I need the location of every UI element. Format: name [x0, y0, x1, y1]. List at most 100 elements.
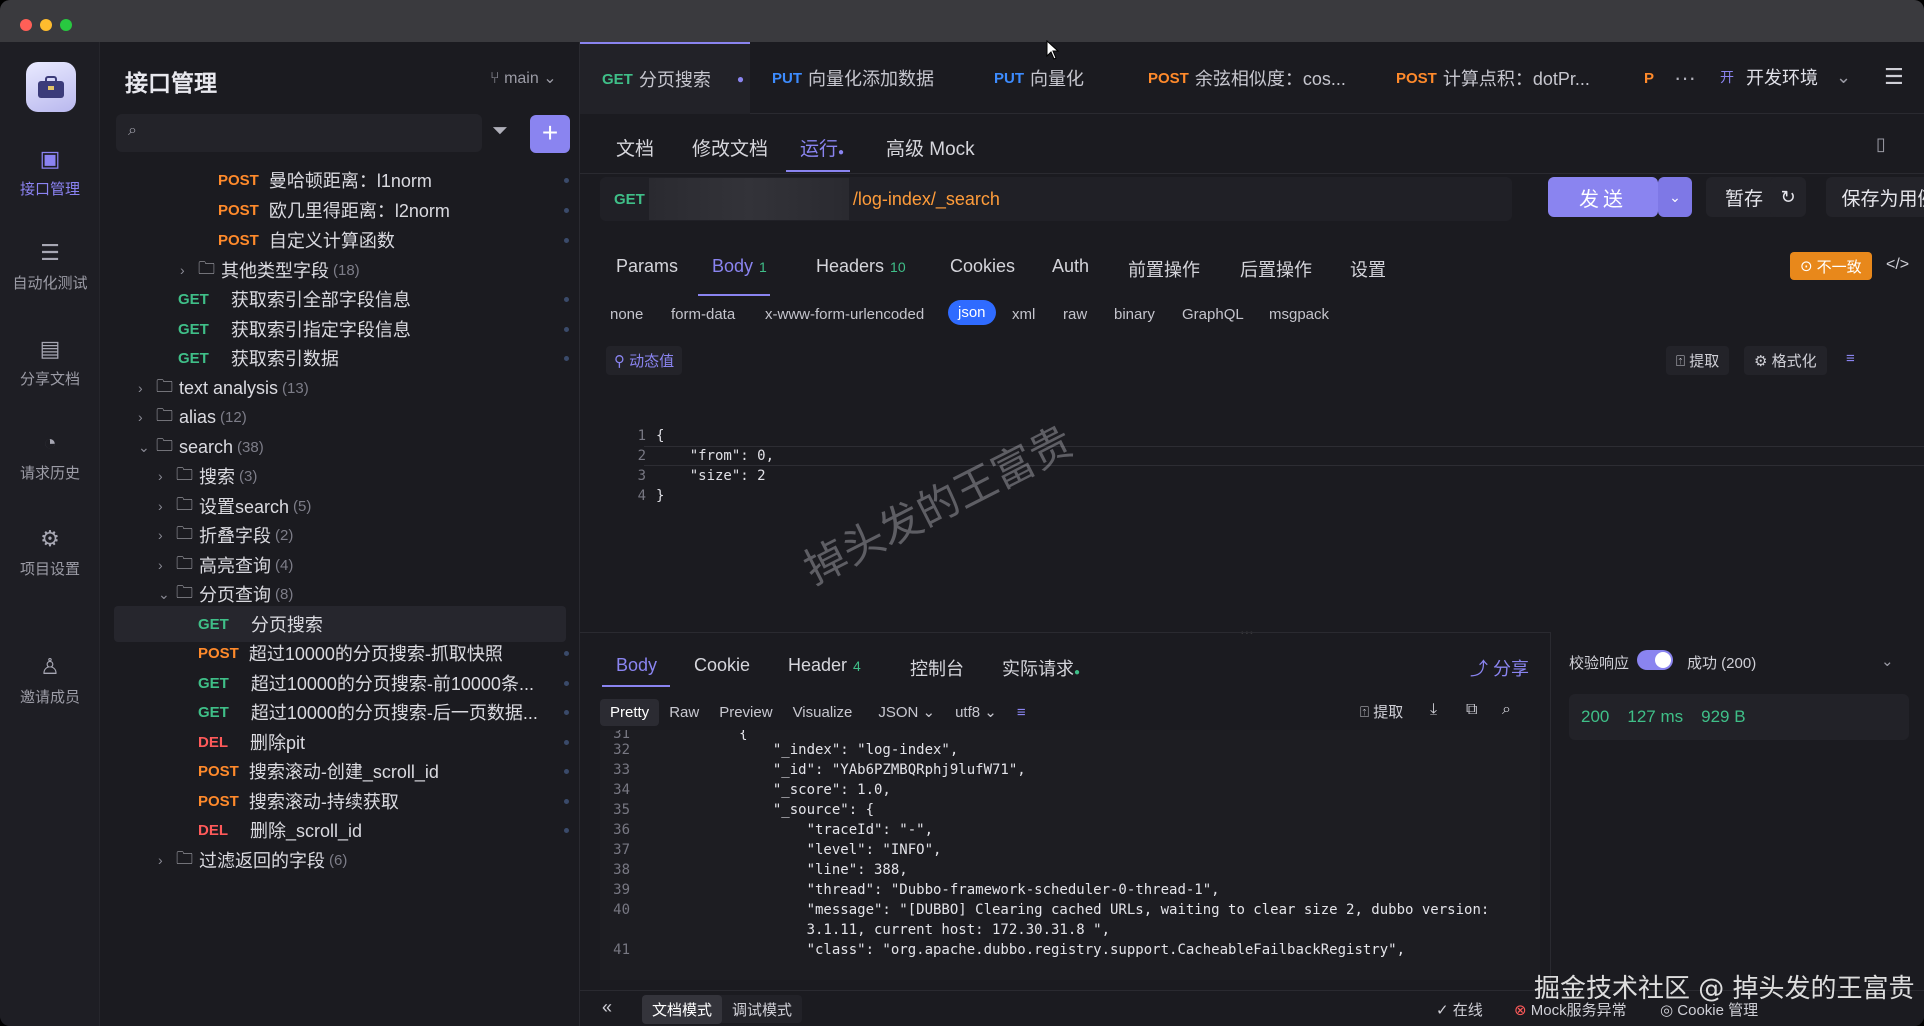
tab[interactable]: POST 余弦相似度：cos...	[1148, 42, 1348, 114]
method-badge: POST	[1396, 69, 1437, 87]
wrap-icon[interactable]: ≡	[1007, 699, 1036, 726]
status-dot	[564, 828, 569, 833]
refresh-icon[interactable]: ↻	[1770, 177, 1806, 217]
close-window-button[interactable]	[20, 19, 32, 31]
tab-params[interactable]: Params	[616, 256, 678, 277]
resp-tab-cookie[interactable]: Cookie	[694, 655, 750, 676]
resp-tab-body[interactable]: Body	[616, 655, 657, 676]
rail-project-settings[interactable]: ⚙ 项目设置	[0, 526, 100, 579]
rail-api-management[interactable]: ▣ 接口管理	[0, 146, 100, 199]
body-type-form-data[interactable]: form-data	[671, 306, 735, 323]
view-preview[interactable]: Preview	[709, 699, 782, 726]
tree-item-label: 自定义计算函数	[268, 231, 395, 251]
folder-icon: 🗀	[156, 405, 173, 425]
method-badge: GET	[198, 703, 229, 721]
code-icon[interactable]: </>	[1886, 256, 1909, 274]
resp-tab-header[interactable]: Header 4	[788, 655, 861, 676]
add-button[interactable]: +	[530, 115, 570, 153]
chevron-down-icon[interactable]: ⌄	[1881, 652, 1894, 670]
menu-icon[interactable]: ☰	[1884, 64, 1904, 90]
collapse-icon[interactable]: «	[602, 997, 612, 1018]
tab-active[interactable]: GET 分页搜索 ●	[580, 42, 750, 114]
view-visualize[interactable]: Visualize	[783, 699, 863, 726]
dynamic-value-button[interactable]: ⚲ 动态值	[606, 346, 683, 375]
extract-button[interactable]: ⍐ 提取	[1666, 346, 1730, 375]
tab[interactable]: PUT 向量化添加数据	[772, 42, 972, 114]
tab-cookies[interactable]: Cookies	[950, 256, 1015, 277]
tree-item-label: 搜索滚动-创建_scroll_id	[248, 762, 439, 782]
body-type-msgpack[interactable]: msgpack	[1269, 306, 1329, 323]
body-type-raw[interactable]: raw	[1063, 306, 1087, 323]
method-select[interactable]: GET	[614, 191, 645, 208]
rail-invite-members[interactable]: ♙ 邀请成员	[0, 654, 100, 707]
format-select[interactable]: JSON ⌄	[868, 698, 945, 726]
rail-automation-test[interactable]: ☰ 自动化测试	[0, 240, 100, 293]
doc-mode-button[interactable]: 文档模式	[642, 994, 723, 1024]
body-type-graphql[interactable]: GraphQL	[1182, 306, 1244, 323]
rail-share-docs[interactable]: ▤ 分享文档	[0, 336, 100, 389]
tab-partial[interactable]: P	[1644, 42, 1666, 114]
subtab-run[interactable]: 运行●	[800, 134, 844, 161]
resp-tab-actual-request[interactable]: 实际请求●	[1002, 655, 1080, 681]
subtab-mock[interactable]: 高级 Mock	[886, 134, 975, 161]
subtab-edit-doc[interactable]: 修改文档	[692, 134, 768, 161]
filter-icon[interactable]: ⏷	[492, 120, 508, 143]
tab-settings[interactable]: 设置	[1350, 256, 1386, 282]
tree-folder[interactable]: › 🗀 过滤返回的字段 (6)	[158, 842, 624, 878]
body-type-none[interactable]: none	[610, 306, 643, 323]
tab-post-ops[interactable]: 后置操作	[1240, 256, 1312, 282]
branch-icon: ⑂	[490, 70, 500, 87]
sidebar-title: 接口管理	[125, 70, 217, 96]
more-tabs-icon[interactable]: ···	[1674, 42, 1700, 114]
tab-label: 向量化	[1030, 69, 1084, 89]
subtab-doc[interactable]: 文档	[616, 134, 654, 161]
chevron-right-icon: ›	[158, 852, 163, 868]
tab-label: 余弦相似度：cos...	[1194, 69, 1346, 89]
send-button[interactable]: 发送	[1548, 177, 1658, 217]
rail-history[interactable]: ◔ 请求历史	[0, 430, 100, 483]
line-number: 31	[613, 730, 630, 742]
url-input[interactable]: GET/log-index/_search	[600, 177, 1512, 221]
folder-count: (2)	[275, 526, 294, 544]
environment-selector[interactable]: 开开发环境 ⌄	[1720, 56, 1870, 98]
search-input[interactable]: ⌕	[116, 114, 482, 152]
body-type-json[interactable]: json	[948, 300, 996, 325]
body-type-xml[interactable]: xml	[1012, 306, 1035, 323]
save-as-case-button[interactable]: 保存为用例	[1826, 177, 1924, 217]
tab-body[interactable]: Body 1	[712, 256, 767, 277]
body-type-urlencoded[interactable]: x-www-form-urlencoded	[765, 306, 924, 323]
folder-count: (38)	[237, 438, 264, 456]
panel-toggle-icon[interactable]: ▯	[1876, 134, 1886, 155]
format-button[interactable]: ⚙ 格式化	[1744, 346, 1827, 375]
wrap-icon[interactable]: ≡	[1846, 350, 1855, 367]
rail-label: 接口管理	[19, 181, 80, 198]
minimize-window-button[interactable]	[40, 19, 52, 31]
online-status[interactable]: ✓ 在线	[1436, 999, 1483, 1020]
send-dropdown-icon[interactable]: ⌄	[1658, 177, 1692, 217]
tab-headers[interactable]: Headers 10	[816, 256, 906, 277]
response-body[interactable]: 31 32 33 34 35 36 37 38 39 40 41 { "_ind…	[600, 730, 1540, 980]
view-pretty[interactable]: Pretty	[600, 698, 660, 726]
maximize-window-button[interactable]	[60, 19, 72, 31]
tree-item-label: 获取索引数据	[230, 349, 339, 369]
branch-selector[interactable]: ⑂ main ⌄	[490, 68, 557, 88]
mismatch-badge[interactable]: ⊙ 不一致	[1790, 252, 1872, 280]
resp-tab-console[interactable]: 控制台	[910, 655, 964, 681]
tab[interactable]: POST 计算点积：dotPr...	[1396, 42, 1596, 114]
tab-auth[interactable]: Auth	[1052, 256, 1089, 277]
debug-mode-button[interactable]: 调试模式	[722, 995, 802, 1024]
encoding-select[interactable]: utf8 ⌄	[945, 698, 1007, 726]
validate-toggle[interactable]	[1637, 650, 1673, 670]
validate-result[interactable]: 成功 (200)	[1687, 652, 1756, 673]
tab[interactable]: PUT 向量化	[994, 42, 1144, 114]
download-icon[interactable]: ⤓	[1430, 701, 1437, 719]
view-raw[interactable]: Raw	[659, 699, 709, 726]
body-editor[interactable]: ⚲ 动态值 ⍐ 提取 ⚙ 格式化 ≡ 1 2 3 4 { "from": 0, …	[606, 342, 1924, 622]
resp-extract-button[interactable]: ⍐ 提取	[1360, 701, 1403, 722]
share-button[interactable]: ⤴ 分享	[1470, 655, 1529, 681]
tab-pre-ops[interactable]: 前置操作	[1128, 256, 1200, 282]
line-number: 40	[613, 902, 630, 918]
search-icon[interactable]: ⌕	[1502, 701, 1511, 719]
body-type-binary[interactable]: binary	[1114, 306, 1155, 323]
copy-icon[interactable]: ⧉	[1466, 701, 1477, 719]
